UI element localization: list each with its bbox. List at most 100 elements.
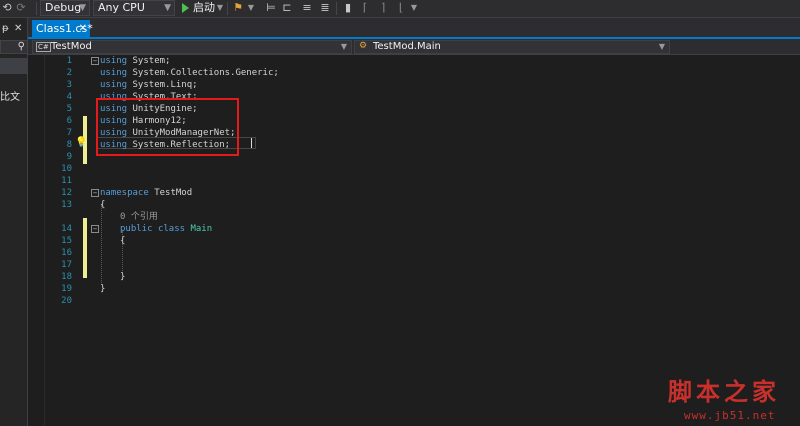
step-icon[interactable]: ⊨ — [264, 1, 278, 15]
code-line: 20 — [28, 295, 800, 307]
document-tabs: Class1.cs* ✕ — [28, 18, 800, 37]
project-dropdown[interactable]: C# TestMod ▼ — [32, 40, 352, 54]
code-line: 12 − namespace TestMod — [28, 187, 800, 199]
tab-class1[interactable]: Class1.cs* ✕ — [32, 20, 93, 37]
line-number: 8 — [66, 140, 72, 150]
tree-item-label[interactable]: 比文 — [0, 88, 20, 103]
code-line: 11 — [28, 175, 800, 187]
text-caret — [251, 138, 252, 148]
brace: { — [100, 200, 106, 210]
vertical-scrollbar[interactable] — [786, 55, 800, 426]
namespace-ref: System; — [132, 56, 171, 66]
code-line: 18 } — [28, 271, 800, 283]
undo-icon[interactable]: ⟲ — [0, 1, 14, 15]
chevron-down-icon: ▼ — [340, 42, 347, 51]
toolbar: ⟲ ⟳ Debug ▼ Any CPU ▼ 启动 ▼ ⚑ ▼ ⊨ ⊏ ≡ ≣ ▮… — [0, 0, 800, 18]
code-line: 15 { — [28, 235, 800, 247]
toolbar-separator — [336, 2, 337, 15]
comment-icon[interactable]: ≡ — [300, 1, 314, 15]
code-line: 3 using System.Linq; — [28, 79, 800, 91]
code-editor[interactable]: 💡 1 − using System; 2 using System.Colle… — [28, 55, 800, 426]
code-line: 17 — [28, 259, 800, 271]
collapse-icon[interactable]: − — [91, 189, 99, 197]
line-number: 16 — [61, 248, 72, 258]
brace: } — [120, 272, 126, 282]
code-line: 14 − public class Main — [28, 223, 800, 235]
chevron-down-icon: ▼ — [164, 3, 171, 13]
chevron-down-icon[interactable]: ▼ — [213, 1, 227, 15]
line-number: 13 — [61, 200, 72, 210]
brace: { — [120, 236, 126, 246]
start-icon[interactable] — [182, 3, 189, 13]
namespace-name: TestMod — [154, 188, 193, 198]
class-name: Main — [190, 224, 213, 234]
pin-icon[interactable]: ᵽ — [2, 22, 9, 36]
keyword: class — [157, 224, 186, 234]
code-line: 2 using System.Collections.Generic; — [28, 67, 800, 79]
annotation-highlight-box — [96, 98, 239, 156]
line-number: 5 — [66, 104, 72, 114]
line-number: 2 — [66, 68, 72, 78]
chevron-down-icon: ▼ — [79, 3, 86, 13]
line-number: 9 — [66, 152, 72, 162]
configuration-select[interactable]: Debug ▼ — [40, 0, 90, 16]
platform-value: Any CPU — [98, 1, 145, 14]
browser-link-icon[interactable]: ⚑ — [231, 1, 245, 15]
line-number: 20 — [61, 296, 72, 306]
toolbar-separator — [36, 2, 37, 15]
namespace-ref: System.Collections.Generic; — [132, 68, 279, 78]
line-number: 17 — [61, 260, 72, 270]
member-name: TestMod.Main — [373, 41, 441, 52]
navigation-bar: C# TestMod ▼ ⚙ TestMod.Main ▼ — [28, 39, 800, 55]
line-number: 3 — [66, 80, 72, 90]
line-number: 19 — [61, 284, 72, 294]
keyword: namespace — [100, 188, 149, 198]
chevron-down-icon[interactable]: ▼ — [244, 1, 258, 15]
line-number: 1 — [66, 56, 72, 66]
toolbar-separator — [227, 2, 228, 15]
bookmark-icon[interactable]: ▮ — [341, 1, 355, 15]
start-button[interactable]: 启动 — [193, 0, 215, 17]
codelens-references[interactable]: 0 个引用 — [120, 212, 158, 222]
watermark-url: www.jb51.net — [684, 409, 776, 422]
bookmark-clear-icon[interactable]: ⌊ — [394, 1, 408, 15]
redo-icon[interactable]: ⟳ — [14, 1, 28, 15]
bookmark-prev-icon[interactable]: ⌈ — [358, 1, 372, 15]
selected-tree-item[interactable] — [0, 58, 28, 74]
collapse-icon[interactable]: − — [91, 225, 99, 233]
line-number: 12 — [61, 188, 72, 198]
code-line: 0 个引用 — [28, 211, 800, 223]
class-icon: ⚙ — [359, 41, 368, 51]
keyword: using — [100, 80, 128, 90]
member-dropdown[interactable]: ⚙ TestMod.Main ▼ — [354, 40, 670, 54]
line-number: 7 — [66, 128, 72, 138]
search-input[interactable]: ⚲ — [0, 40, 28, 54]
keyword: using — [100, 68, 128, 78]
chevron-down-icon[interactable]: ▼ — [407, 1, 421, 15]
namespace-ref: System.Linq; — [132, 80, 198, 90]
code-line: 10 — [28, 163, 800, 175]
bookmark-next-icon[interactable]: ⌉ — [376, 1, 390, 15]
close-icon[interactable]: ✕ — [14, 22, 22, 36]
configuration-value: Debug — [45, 1, 82, 14]
line-number: 11 — [61, 176, 72, 186]
csharp-project-icon: C# — [36, 42, 51, 52]
line-number: 14 — [61, 224, 72, 234]
line-number: 6 — [66, 116, 72, 126]
code-line: 1 − using System; — [28, 55, 800, 67]
panel-header: ᵽ ✕ — [0, 22, 28, 36]
solution-explorer-panel: ᵽ ✕ ⚲ 比文 — [0, 18, 28, 426]
watermark-logo: 脚本之家 — [668, 377, 780, 406]
project-name: TestMod — [51, 41, 92, 52]
code-line: 19 } — [28, 283, 800, 295]
code-line: 13 { — [28, 199, 800, 211]
align-icon[interactable]: ⊏ — [280, 1, 294, 15]
chevron-down-icon: ▼ — [658, 42, 665, 51]
line-number: 18 — [61, 272, 72, 282]
close-icon[interactable]: ✕ — [79, 20, 87, 37]
line-number: 10 — [61, 164, 72, 174]
platform-select[interactable]: Any CPU ▼ — [93, 0, 175, 16]
uncomment-icon[interactable]: ≣ — [318, 1, 332, 15]
collapse-icon[interactable]: − — [91, 57, 99, 65]
line-number: 4 — [66, 92, 72, 102]
